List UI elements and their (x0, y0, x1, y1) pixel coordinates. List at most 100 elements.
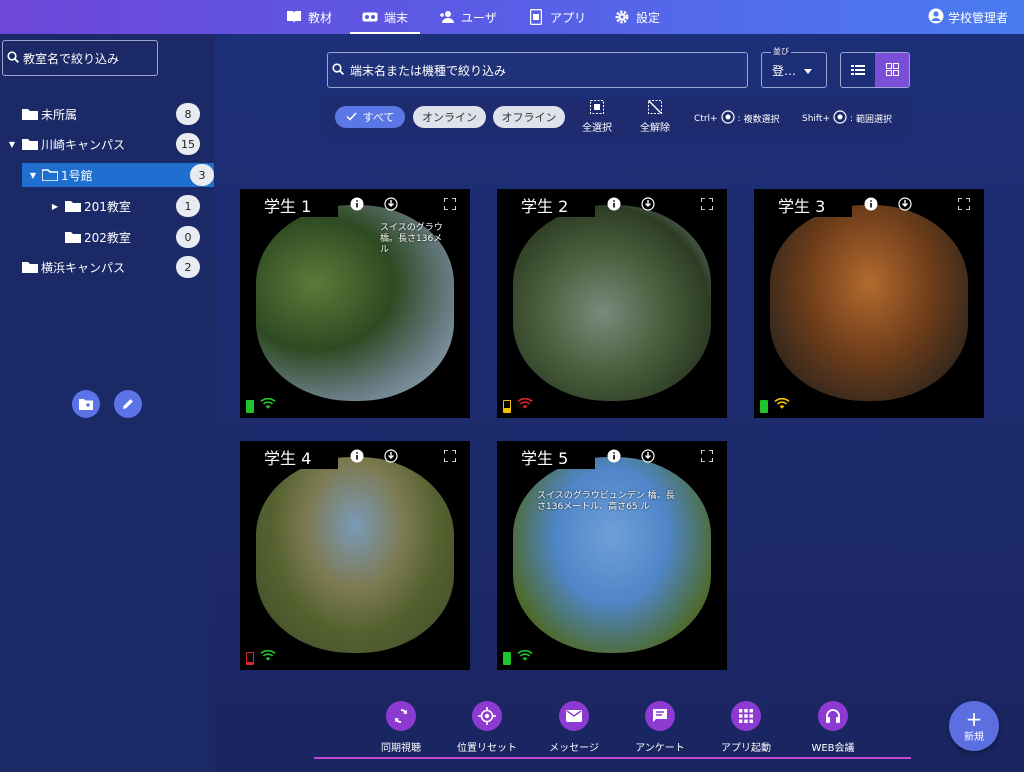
device-card[interactable]: 学生 3 (754, 189, 984, 418)
tree-item-label: 201教室 (84, 199, 131, 214)
sync-viewing-button[interactable]: 同期視聴 (356, 701, 446, 754)
survey-icon (645, 701, 675, 731)
fullscreen-icon[interactable] (957, 197, 971, 211)
edit-folder-button[interactable] (114, 390, 142, 418)
gear-icon (614, 9, 630, 25)
action-dock: 同期視聴 位置リセット メッセージ アンケート アプリ起動 WEB会議 (314, 695, 911, 759)
wifi-icon (774, 394, 790, 413)
device-name: 学生 3 (754, 189, 852, 217)
info-icon[interactable] (864, 197, 878, 211)
dock-label: アプリ起動 (721, 743, 771, 754)
caret-down-icon[interactable]: ▼ (28, 171, 38, 180)
battery-icon (760, 400, 768, 413)
device-screen-preview (513, 205, 711, 401)
touch-icon (833, 110, 847, 127)
nav-label: 端末 (384, 10, 409, 25)
nav-label: ユーザ (461, 10, 497, 25)
folder-open-icon (42, 169, 58, 181)
tree-item-building-1[interactable]: ▼ 1号館 3 (22, 163, 214, 187)
tree-item-room-202[interactable]: 202教室 0 (0, 225, 214, 249)
device-name: 学生 2 (497, 189, 595, 217)
web-meeting-button[interactable]: WEB会議 (788, 701, 878, 754)
caret-down-icon[interactable]: ▼ (7, 140, 17, 149)
battery-icon (246, 400, 254, 413)
wifi-icon (260, 394, 276, 413)
survey-button[interactable]: アンケート (615, 701, 705, 754)
select-all-button[interactable]: 全選択 (582, 100, 612, 134)
list-view-button[interactable] (841, 53, 875, 87)
info-icon[interactable] (607, 449, 621, 463)
nav-apps[interactable]: アプリ (528, 0, 586, 34)
wifi-icon (517, 646, 533, 665)
tree-item-room-201[interactable]: ▶ 201教室 1 (0, 194, 214, 218)
tree-item-label: 横浜キャンパス (41, 260, 126, 275)
dropdown-arrow-icon (804, 63, 813, 77)
check-icon (346, 111, 357, 124)
device-card[interactable]: スイスのグラウ 橋。長さ136メ ル 学生 1 (240, 189, 470, 418)
download-icon[interactable] (384, 449, 398, 463)
filter-all-chip[interactable]: すべて (335, 106, 405, 128)
device-name: 学生 5 (497, 441, 595, 469)
tree-item-count: 2 (176, 256, 200, 278)
shift-range-select-hint: Shift+ : 範囲選択 (802, 110, 892, 127)
tree-item-count: 3 (190, 164, 214, 186)
dock-label: 同期視聴 (381, 743, 421, 754)
caret-right-icon[interactable]: ▶ (50, 202, 60, 211)
hint-text: 範囲選択 (856, 115, 893, 125)
download-icon[interactable] (384, 197, 398, 211)
chip-label: すべて (362, 111, 395, 124)
device-search-input[interactable]: 端末名または機種で絞り込み (327, 52, 748, 88)
folder-icon (65, 232, 81, 243)
nav-users[interactable]: ユーザ (439, 0, 497, 34)
deselect-all-icon (648, 100, 662, 117)
fullscreen-icon[interactable] (443, 197, 457, 211)
tree-item-kawasaki-campus[interactable]: ▼ 川崎キャンパス 15 (0, 132, 214, 156)
classroom-search-input[interactable]: 教室名で絞り込み (2, 40, 158, 76)
download-icon[interactable] (898, 197, 912, 211)
fullscreen-icon[interactable] (700, 197, 714, 211)
nav-label: 設定 (636, 10, 661, 25)
top-bar: 教材 端末 ユーザ アプリ 設定 学校管理者 (0, 0, 1024, 34)
nav-label: アプリ (550, 10, 587, 25)
position-reset-button[interactable]: 位置リセット (442, 701, 532, 754)
download-icon[interactable] (641, 197, 655, 211)
nav-teaching-materials[interactable]: 教材 (286, 0, 332, 34)
filter-online-chip[interactable]: オンライン (413, 106, 486, 128)
account-menu[interactable]: 学校管理者 (928, 0, 1008, 34)
nav-label: 教材 (308, 10, 333, 25)
info-icon[interactable] (350, 449, 364, 463)
dock-label: アンケート (635, 743, 685, 754)
sort-value: 登… (772, 63, 797, 78)
chip-label: オフライン (501, 111, 557, 124)
deselect-all-button[interactable]: 全解除 (640, 100, 670, 134)
add-folder-button[interactable] (72, 390, 100, 418)
device-card[interactable]: 学生 4 (240, 441, 470, 670)
new-button[interactable]: + 新規 (949, 701, 999, 751)
launch-app-button[interactable]: アプリ起動 (701, 701, 791, 754)
grid-icon (885, 61, 899, 80)
preview-overlay-text: スイスのグラウビュンデン 橋。長さ136メートル、高さ65 ル (537, 491, 675, 512)
select-all-icon (590, 100, 604, 117)
account-name: 学校管理者 (947, 10, 1008, 25)
message-button[interactable]: メッセージ (529, 701, 619, 754)
fullscreen-icon[interactable] (443, 449, 457, 463)
info-icon[interactable] (350, 197, 364, 211)
tree-item-yokohama-campus[interactable]: 横浜キャンパス 2 (0, 255, 214, 279)
grid-view-button[interactable] (875, 53, 909, 87)
tree-item-unassigned[interactable]: 未所属 8 (0, 102, 214, 126)
vr-headset-icon (362, 9, 378, 25)
headset-icon (818, 701, 848, 731)
nav-devices[interactable]: 端末 (349, 0, 421, 34)
device-card[interactable]: 学生 2 (497, 189, 727, 418)
info-icon[interactable] (607, 197, 621, 211)
download-icon[interactable] (641, 449, 655, 463)
fullscreen-icon[interactable] (700, 449, 714, 463)
nav-settings[interactable]: 設定 (614, 0, 660, 34)
device-card[interactable]: スイスのグラウビュンデン 橋。長さ136メートル、高さ65 ル 学生 5 (497, 441, 727, 670)
wifi-icon (517, 394, 533, 413)
mail-icon (559, 701, 589, 731)
battery-icon (503, 400, 511, 413)
filter-offline-chip[interactable]: オフライン (493, 106, 565, 128)
tool-label: 全選択 (582, 123, 612, 134)
sort-select[interactable]: 登… (761, 52, 827, 88)
